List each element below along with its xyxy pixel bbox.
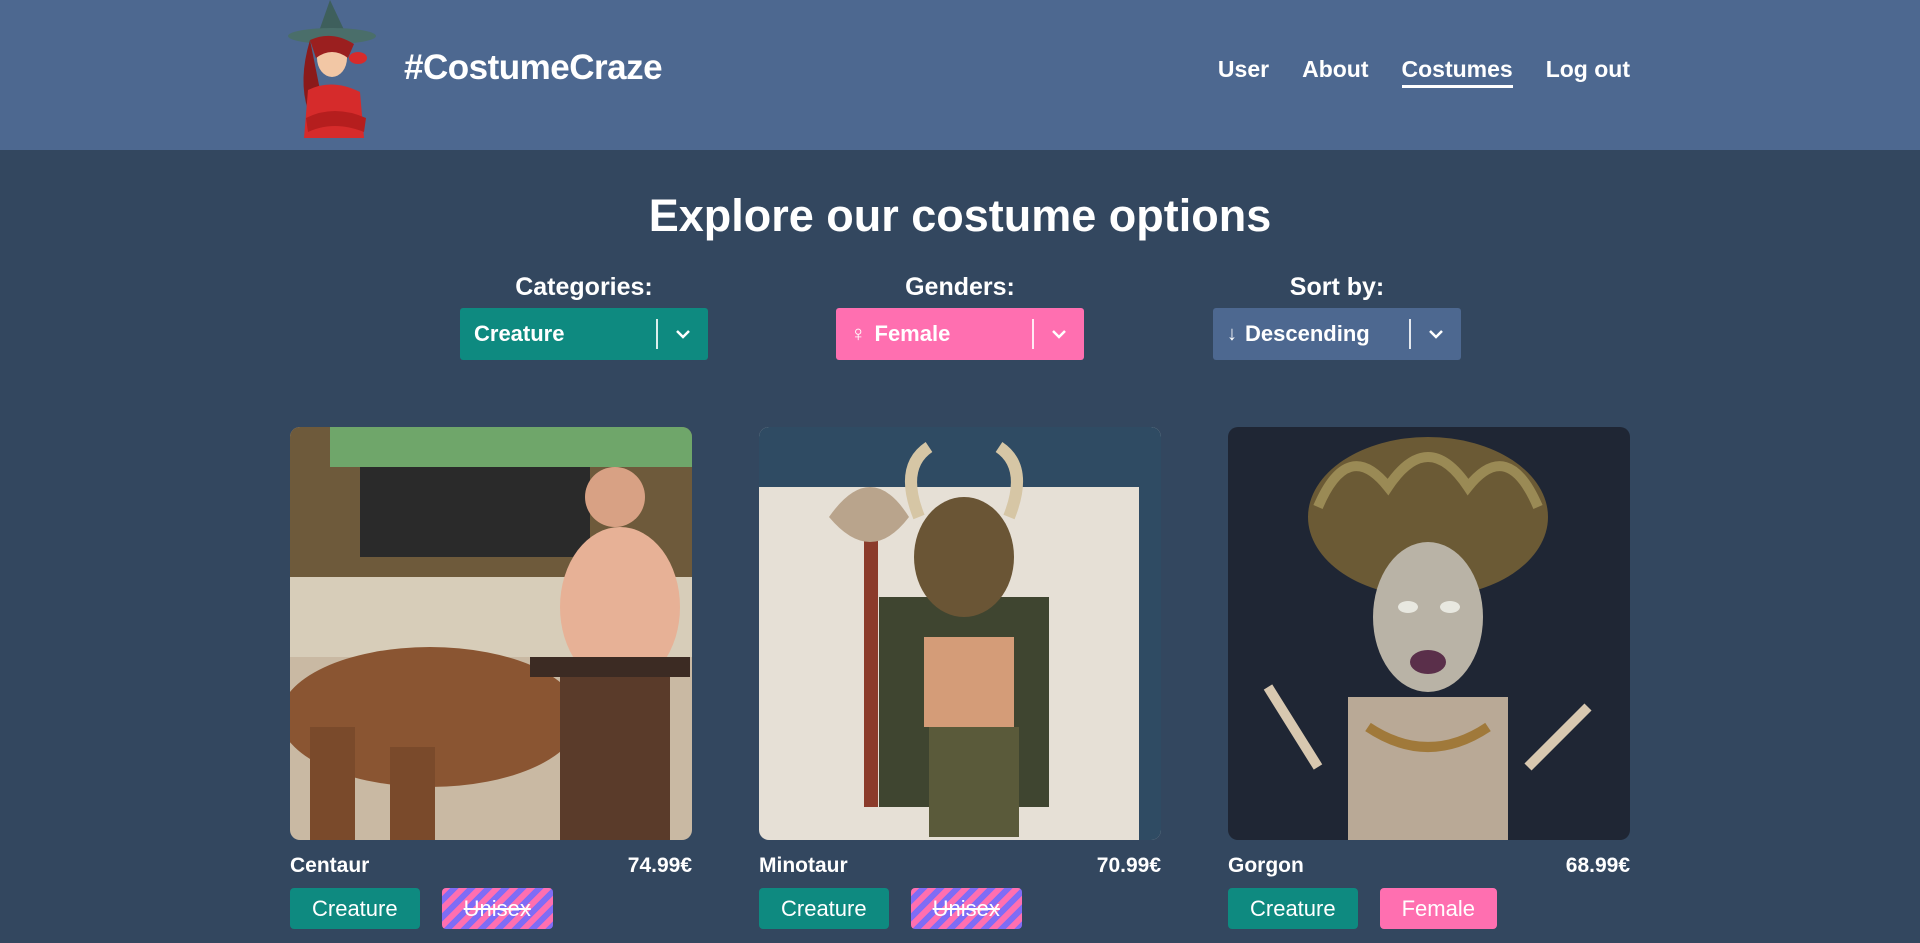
tag-female[interactable]: Female <box>1379 888 1497 929</box>
costume-name: Minotaur <box>759 854 848 877</box>
sort-value: Descending <box>1245 321 1370 346</box>
nav-costumes[interactable]: Costumes <box>1401 56 1513 88</box>
sort-select[interactable]: ↓ Descending <box>1213 308 1461 360</box>
costume-price: 74.99€ <box>627 854 692 877</box>
tag-creature[interactable]: Creature <box>1228 888 1358 929</box>
costume-name: Centaur <box>290 854 370 877</box>
main-nav: User About Costumes Log out <box>1218 56 1630 88</box>
nav-about[interactable]: About <box>1302 56 1368 88</box>
tag-unisex[interactable]: Unisex <box>910 888 1022 929</box>
genders-select[interactable]: ♀ Female <box>836 308 1084 360</box>
categories-select[interactable]: Creature <box>460 308 708 360</box>
sort-value-wrap: ↓ Descending <box>1213 321 1409 347</box>
chevron-down-icon[interactable] <box>658 308 708 360</box>
costume-price: 68.99€ <box>1565 854 1630 877</box>
costume-price: 70.99€ <box>1096 854 1161 877</box>
genders-label: Genders: <box>905 273 1015 301</box>
gorgon-image[interactable] <box>1228 427 1630 840</box>
female-icon: ♀ <box>850 321 867 346</box>
minotaur-image[interactable] <box>759 427 1161 840</box>
genders-filter: Genders: ♀ Female <box>836 273 1084 360</box>
brand-name[interactable]: #CostumeCraze <box>404 48 663 88</box>
genders-value-wrap: ♀ Female <box>836 321 1032 347</box>
costume-card[interactable]: Minotaur 70.99€ Creature Unisex <box>759 427 1161 929</box>
tag-creature[interactable]: Creature <box>290 888 420 929</box>
costume-card[interactable]: Gorgon 68.99€ Creature Female <box>1228 427 1630 929</box>
categories-filter: Categories: Creature <box>460 273 708 360</box>
categories-value: Creature <box>474 321 565 346</box>
sort-label: Sort by: <box>1289 273 1385 301</box>
costume-card[interactable]: Centaur 74.99€ Creature Unisex <box>290 427 692 929</box>
site-header: #CostumeCraze User About Costumes Log ou… <box>0 0 1920 150</box>
genders-value: Female <box>874 321 951 346</box>
tag-unisex[interactable]: Unisex <box>441 888 553 929</box>
page-title: Explore our costume options <box>648 190 1272 241</box>
costume-name: Gorgon <box>1228 854 1304 877</box>
sort-filter: Sort by: ↓ Descending <box>1213 273 1461 360</box>
tag-creature[interactable]: Creature <box>759 888 889 929</box>
categories-label: Categories: <box>515 273 653 301</box>
arrow-down-icon: ↓ <box>1227 323 1237 345</box>
witch-logo[interactable] <box>288 0 384 142</box>
nav-logout[interactable]: Log out <box>1546 56 1630 88</box>
chevron-down-icon[interactable] <box>1034 308 1084 360</box>
chevron-down-icon[interactable] <box>1411 308 1461 360</box>
nav-user[interactable]: User <box>1218 56 1269 88</box>
centaur-image[interactable] <box>290 427 692 840</box>
